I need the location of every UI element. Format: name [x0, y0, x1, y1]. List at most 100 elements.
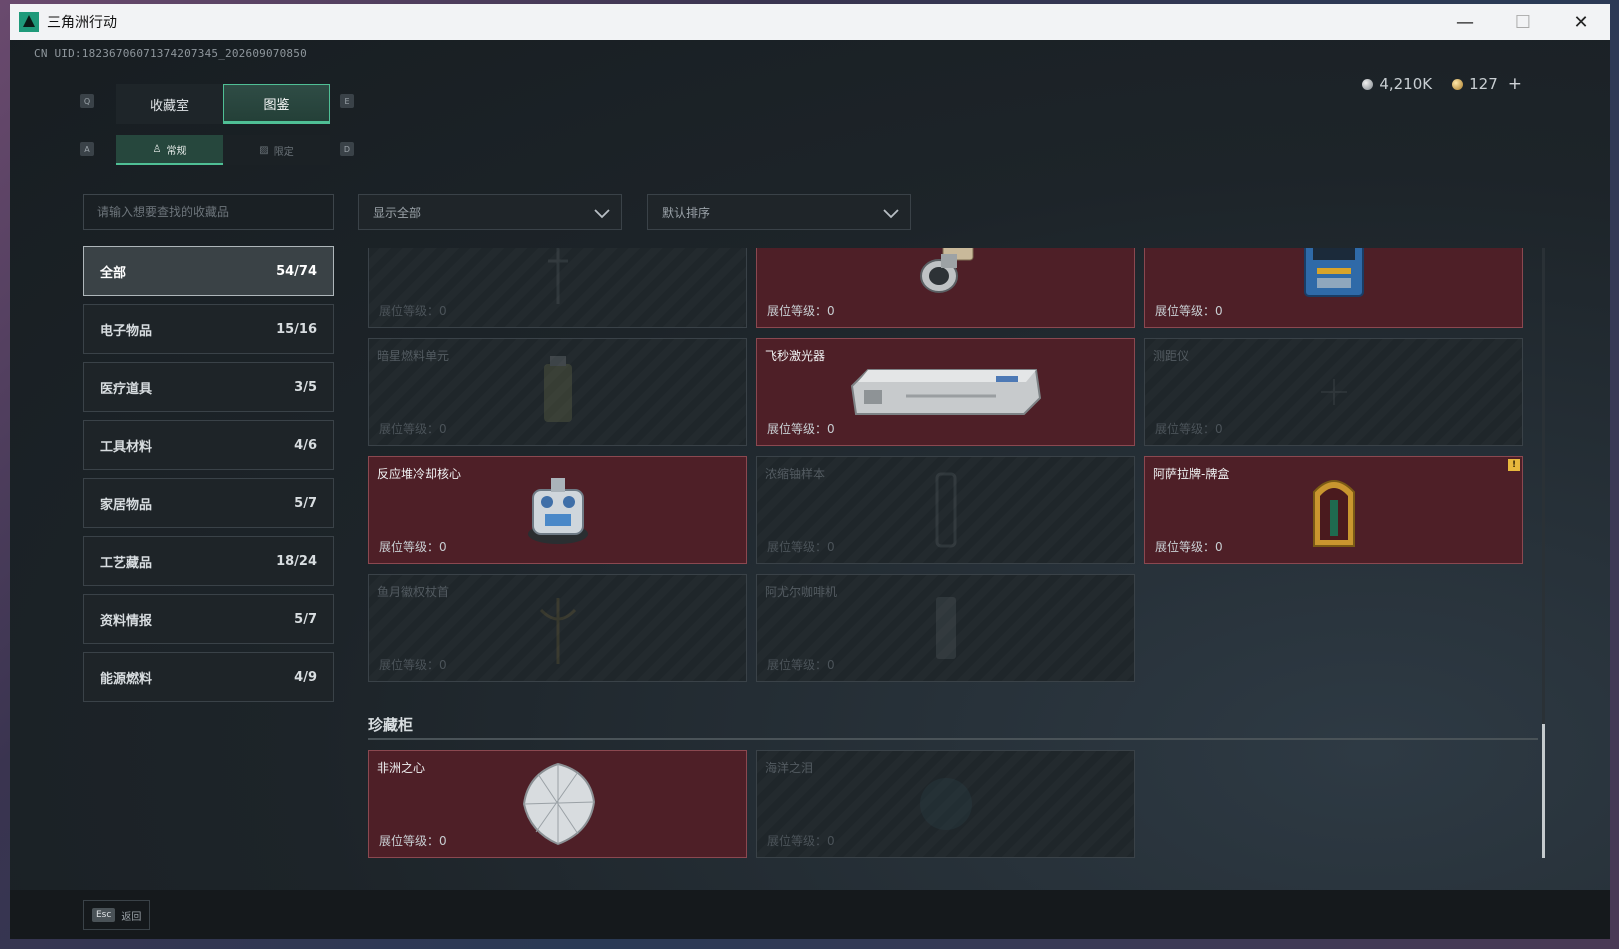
category-all[interactable]: 全部 54/74: [83, 246, 334, 296]
gem-silhouette-icon: [919, 778, 972, 830]
maximize-button[interactable]: ☐: [1494, 4, 1552, 40]
show-filter-dropdown[interactable]: 显示全部: [358, 194, 622, 230]
item-card-owned[interactable]: 飞秒激光器 展位等级：0: [756, 338, 1135, 446]
booth-level: 展位等级：0: [1155, 540, 1223, 554]
lens-module-icon: [919, 248, 973, 293]
close-button[interactable]: ✕: [1552, 4, 1610, 40]
silver-coin-icon: [1362, 78, 1374, 90]
subtab-regular[interactable]: ♙ 常规: [116, 135, 223, 165]
key-hint-a: A: [80, 142, 94, 156]
booth-level: 展位等级：0: [379, 658, 447, 672]
category-electronics[interactable]: 电子物品 15/16: [83, 304, 334, 354]
rangefinder-icon: [1320, 379, 1347, 405]
gold-currency: 127 +: [1452, 74, 1522, 94]
item-card-locked[interactable]: 鱼月徽权杖首 展位等级：0: [368, 574, 747, 682]
category-tools[interactable]: 工具材料 4/6: [83, 420, 334, 470]
booth-level: 展位等级：0: [767, 422, 835, 436]
booth-level: 展位等级：0: [379, 422, 447, 436]
item-card-locked[interactable]: 测距仪 展位等级：0: [1144, 338, 1523, 446]
item-card-locked[interactable]: 展位等级：0: [368, 248, 747, 328]
app-window: 三角洲行动 — ☐ ✕ CN UID:18236706071374207345_…: [10, 4, 1610, 939]
category-label: 能源燃料: [100, 671, 153, 687]
category-count: 5/7: [294, 495, 317, 511]
booth-level: 展位等级：0: [379, 834, 447, 848]
item-card-locked[interactable]: 阿尤尔咖啡机 展位等级：0: [756, 574, 1135, 682]
category-label: 家居物品: [100, 497, 153, 513]
item-card-locked[interactable]: 暗星燃料单元 展位等级：0: [368, 338, 747, 446]
category-label: 工艺藏品: [100, 555, 153, 571]
chevron-down-icon: [883, 209, 899, 219]
sort-dropdown[interactable]: 默认排序: [647, 194, 911, 230]
item-name: 阿尤尔咖啡机: [765, 585, 838, 599]
item-silhouette-icon: [547, 248, 568, 304]
key-hint-d: D: [340, 142, 354, 156]
window-controls: — ☐ ✕: [1436, 4, 1610, 40]
silver-currency: 4,210K: [1362, 75, 1432, 93]
category-count: 15/16: [276, 321, 317, 337]
back-button[interactable]: Esc 返回: [83, 900, 150, 930]
category-count: 3/5: [294, 379, 317, 395]
category-count: 5/7: [294, 611, 317, 627]
chevron-down-icon: [594, 209, 610, 219]
image-icon: ▨: [259, 144, 269, 156]
key-hint-e: E: [340, 94, 354, 108]
item-name: 暗星燃料单元: [377, 349, 450, 363]
booth-level: 展位等级：0: [767, 658, 835, 672]
category-energy[interactable]: 能源燃料 4/9: [83, 652, 334, 702]
category-intel[interactable]: 资料情报 5/7: [83, 594, 334, 644]
category-medical[interactable]: 医疗道具 3/5: [83, 362, 334, 412]
currency-bar: 4,210K 127 +: [1362, 74, 1522, 94]
category-crafts[interactable]: 工艺藏品 18/24: [83, 536, 334, 586]
window-title: 三角洲行动: [47, 14, 117, 30]
tab-collection-room[interactable]: 收藏室: [116, 84, 223, 124]
silver-amount: 4,210K: [1379, 75, 1433, 93]
subtab-limited-label: 限定: [273, 146, 294, 158]
item-name: 海洋之泪: [765, 761, 814, 775]
scrollbar-thumb[interactable]: [1542, 724, 1545, 858]
card-box-icon: [1312, 480, 1355, 547]
sub-tabs: ♙ 常规 ▨ 限定: [116, 135, 330, 165]
category-label: 资料情报: [100, 613, 153, 629]
booth-level: 展位等级：0: [767, 834, 835, 848]
item-card-owned[interactable]: 展位等级：0: [1144, 248, 1523, 328]
femtosecond-laser-icon: [850, 369, 1041, 415]
tab-codex[interactable]: 图鉴: [223, 84, 330, 124]
scepter-head-icon: [539, 598, 576, 664]
category-household[interactable]: 家居物品 5/7: [83, 478, 334, 528]
item-card-owned[interactable]: ! 阿萨拉牌-牌盒 展位等级：0: [1144, 456, 1523, 564]
key-hint-q: Q: [80, 94, 94, 108]
title-bar: 三角洲行动 — ☐ ✕: [10, 4, 1610, 40]
item-name: 鱼月徽权杖首: [377, 585, 450, 599]
item-name: 阿萨拉牌-牌盒: [1153, 467, 1230, 481]
treasure-card-owned[interactable]: 非洲之心 展位等级：0: [368, 750, 747, 858]
category-count: 18/24: [276, 553, 317, 569]
search-box: [83, 194, 334, 230]
main-tabs: 收藏室 图鉴: [116, 84, 330, 124]
back-label: 返回: [121, 911, 142, 923]
player-uid: CN UID:18236706071374207345_202609070850: [34, 47, 307, 60]
search-input[interactable]: [97, 205, 317, 219]
new-badge: !: [1508, 459, 1520, 471]
item-name: 浓缩铀样本: [765, 467, 826, 481]
item-name: 飞秒激光器: [765, 349, 826, 363]
section-title: 珍藏柜: [368, 716, 414, 734]
category-list: 全部 54/74 电子物品 15/16 医疗道具 3/5 工具材料 4/6 家居…: [83, 246, 334, 710]
minimize-button[interactable]: —: [1436, 4, 1494, 40]
bottom-bar: [10, 890, 1610, 939]
app-logo-icon: [19, 12, 39, 32]
treasure-card-locked[interactable]: 海洋之泪 展位等级：0: [756, 750, 1135, 858]
subtab-limited[interactable]: ▨ 限定: [223, 135, 330, 165]
booth-level: 展位等级：0: [379, 540, 447, 554]
coffee-machine-icon: [935, 597, 956, 659]
fuel-cell-icon: [543, 356, 572, 422]
add-currency-button[interactable]: +: [1508, 74, 1522, 94]
subtab-regular-label: 常规: [166, 145, 187, 157]
category-count: 4/6: [294, 437, 317, 453]
item-card-owned[interactable]: 展位等级：0: [756, 248, 1135, 328]
item-name: 反应堆冷却核心: [377, 467, 462, 481]
booth-level: 展位等级：0: [1155, 304, 1223, 318]
item-card-owned[interactable]: 反应堆冷却核心 展位等级：0: [368, 456, 747, 564]
item-card-locked[interactable]: 浓缩铀样本 展位等级：0: [756, 456, 1135, 564]
booth-level: 展位等级：0: [767, 304, 835, 318]
reactor-core-icon: [527, 478, 588, 544]
